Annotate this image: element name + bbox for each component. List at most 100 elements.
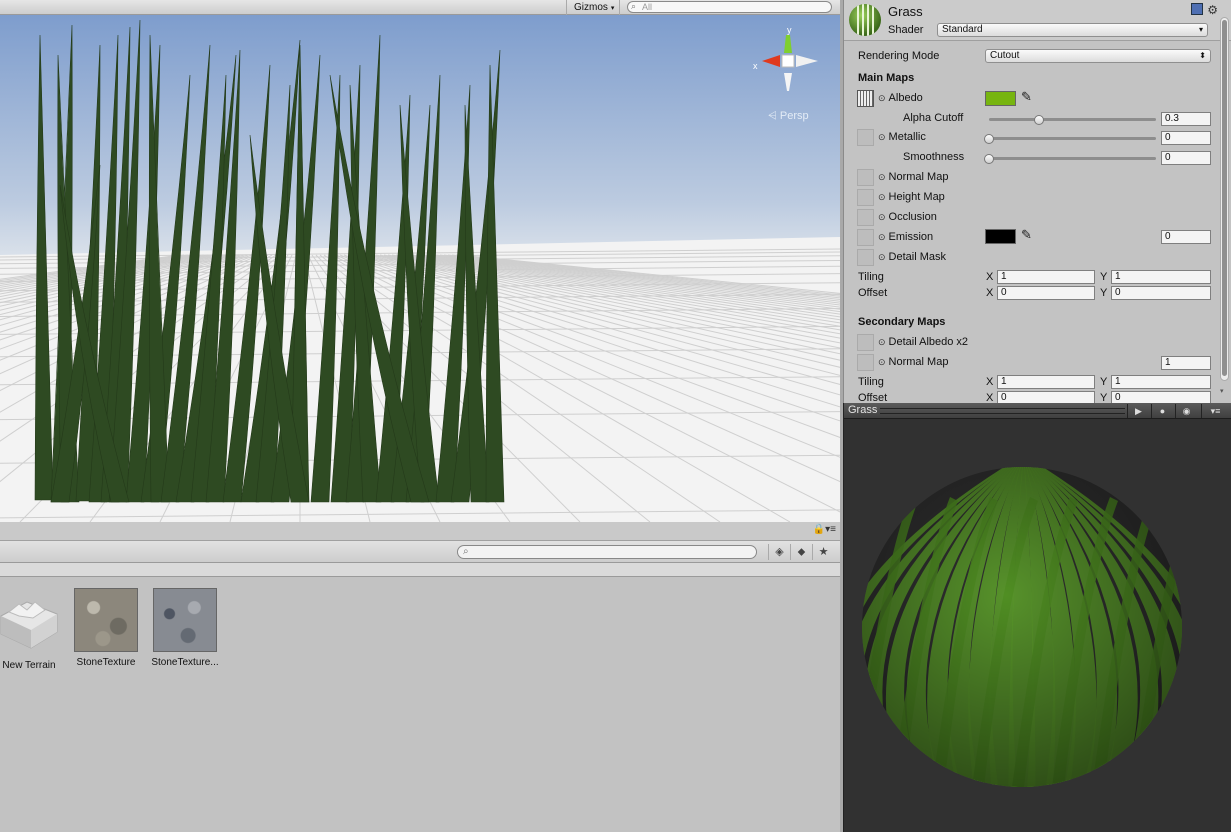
metallic-slider-track[interactable] bbox=[989, 137, 1156, 140]
scrollbar-thumb[interactable] bbox=[1222, 20, 1227, 376]
object-picker-icon[interactable]: ⊙ bbox=[878, 172, 886, 182]
orientation-gizmo[interactable]: y x bbox=[752, 25, 824, 97]
project-search-input[interactable]: ⌕ bbox=[457, 545, 757, 559]
alpha-cutoff-field[interactable]: 0.3 bbox=[1161, 112, 1211, 126]
x-axis-cone[interactable] bbox=[762, 55, 780, 67]
neg-x-axis-cone[interactable] bbox=[796, 55, 818, 67]
scene-viewport[interactable] bbox=[0, 15, 840, 522]
occlusion-label: Occlusion bbox=[888, 211, 937, 223]
emission-field[interactable]: 0 bbox=[1161, 230, 1211, 244]
sphere-mesh-icon[interactable]: ● bbox=[1151, 404, 1173, 418]
shader-dropdown[interactable]: Standard ▾ bbox=[937, 23, 1208, 37]
secondary-tiling-y-field[interactable]: 1 bbox=[1111, 375, 1211, 389]
normal-map-texture-slot[interactable] bbox=[857, 169, 874, 186]
height-map-texture-slot[interactable] bbox=[857, 189, 874, 206]
object-picker-icon[interactable]: ⊙ bbox=[878, 252, 886, 262]
object-picker-icon[interactable]: ⊙ bbox=[878, 132, 886, 142]
asset-name: StoneTexture... bbox=[151, 657, 219, 668]
emission-color-swatch[interactable] bbox=[985, 229, 1016, 244]
detail-albedo-texture-slot[interactable] bbox=[857, 334, 874, 351]
object-picker-icon[interactable]: ⊙ bbox=[878, 212, 886, 222]
secondary-offset-x-field[interactable]: 0 bbox=[997, 391, 1095, 403]
x-label: X bbox=[986, 392, 994, 403]
x-label: X bbox=[986, 287, 994, 299]
metallic-texture-slot[interactable] bbox=[857, 129, 874, 146]
object-picker-icon[interactable]: ⊙ bbox=[878, 192, 886, 202]
asset-item[interactable]: StoneTexture... bbox=[145, 588, 225, 668]
main-tiling-y-field[interactable]: 1 bbox=[1111, 270, 1211, 284]
secondary-tiling-x-field[interactable]: 1 bbox=[997, 375, 1095, 389]
gear-icon[interactable]: ⚙ bbox=[1207, 3, 1218, 17]
secondary-tiling-label: Tiling bbox=[858, 376, 884, 388]
detail-mask-label: Detail Mask bbox=[888, 251, 947, 263]
preview-drag-handle[interactable] bbox=[880, 408, 1125, 414]
object-picker-icon[interactable]: ⊙ bbox=[878, 337, 886, 347]
terrain-icon bbox=[0, 601, 58, 649]
y-axis-cone[interactable] bbox=[784, 35, 792, 53]
metallic-field[interactable]: 0 bbox=[1161, 131, 1211, 145]
lights-icon[interactable]: ◉ bbox=[1175, 404, 1197, 418]
normal-map-row: ⊙ Normal Map bbox=[878, 171, 948, 183]
eyedropper-icon[interactable]: ✎ bbox=[1021, 227, 1032, 243]
rendering-mode-dropdown[interactable]: Cutout ⬍ bbox=[985, 49, 1211, 63]
occlusion-texture-slot[interactable] bbox=[857, 209, 874, 226]
inspector-scrollbar[interactable] bbox=[1220, 17, 1229, 381]
material-preview-sphere[interactable] bbox=[844, 419, 1231, 832]
scene-search-input[interactable]: ⌕ All bbox=[627, 1, 832, 13]
eyedropper-icon[interactable]: ✎ bbox=[1021, 89, 1032, 105]
header-icons: ⚙ bbox=[1191, 3, 1218, 17]
x-label: X bbox=[986, 271, 994, 283]
help-book-icon[interactable] bbox=[1191, 3, 1204, 15]
alpha-cutoff-slider-thumb[interactable] bbox=[1034, 115, 1045, 125]
main-tiling-x-field[interactable]: 1 bbox=[997, 270, 1095, 284]
object-picker-icon[interactable]: ⊙ bbox=[878, 357, 886, 367]
neg-y-axis-cone[interactable] bbox=[784, 73, 792, 91]
search-by-type-icon[interactable]: ◈ bbox=[768, 544, 790, 560]
metallic-slider-thumb[interactable] bbox=[984, 134, 994, 144]
lock-menu-icon[interactable]: 🔒▾≡ bbox=[813, 524, 836, 535]
preview-menu-icon[interactable]: ▾≡ bbox=[1201, 404, 1229, 418]
rendering-mode-value: Cutout bbox=[990, 50, 1020, 61]
emission-texture-slot[interactable] bbox=[857, 229, 874, 246]
albedo-color-swatch[interactable] bbox=[985, 91, 1016, 106]
scroll-down-arrow-icon[interactable]: ▾ bbox=[1220, 387, 1229, 397]
secondary-normal-texture-slot[interactable] bbox=[857, 354, 874, 371]
material-preview-panel: Grass ▶ ● ◉ ▾≡ bbox=[843, 403, 1231, 832]
y-label: Y bbox=[1100, 392, 1108, 403]
main-offset-y-field[interactable]: 0 bbox=[1111, 286, 1211, 300]
alpha-cutoff-slider-track[interactable] bbox=[989, 118, 1156, 121]
object-picker-icon[interactable]: ⊙ bbox=[878, 93, 886, 103]
asset-item[interactable]: New Terrain bbox=[0, 588, 69, 671]
scene-toolbar: Gizmos ▾ ⌕ All bbox=[0, 0, 840, 15]
secondary-normal-scale-field[interactable]: 1 bbox=[1161, 356, 1211, 370]
metallic-label: Metallic bbox=[888, 131, 926, 143]
smoothness-label: Smoothness bbox=[903, 151, 965, 163]
y-axis-label: y bbox=[787, 25, 792, 35]
preview-title: Grass bbox=[848, 404, 878, 416]
albedo-texture-slot[interactable] bbox=[857, 90, 874, 107]
gizmos-dropdown[interactable]: Gizmos ▾ bbox=[566, 0, 620, 15]
tiling-label: Tiling bbox=[858, 271, 884, 283]
gizmos-label: Gizmos bbox=[574, 2, 608, 13]
persp-arrow-icon: ⩤ bbox=[768, 110, 777, 122]
play-icon[interactable]: ▶ bbox=[1127, 404, 1149, 418]
favorites-star-icon[interactable]: ★ bbox=[812, 544, 834, 560]
dropdown-arrow-icon: ▾ bbox=[1198, 25, 1203, 34]
scene-view[interactable]: Gizmos ▾ ⌕ All y x ⩤ Persp bbox=[0, 0, 840, 522]
smoothness-slider-track[interactable] bbox=[989, 157, 1156, 160]
main-offset-x-field[interactable]: 0 bbox=[997, 286, 1095, 300]
projection-label[interactable]: ⩤ Persp bbox=[768, 110, 809, 123]
asset-item[interactable]: StoneTexture bbox=[66, 588, 146, 668]
detail-mask-texture-slot[interactable] bbox=[857, 249, 874, 266]
x-axis-label: x bbox=[753, 61, 758, 71]
object-picker-icon[interactable]: ⊙ bbox=[878, 232, 886, 242]
metallic-row: ⊙ Metallic bbox=[878, 131, 926, 143]
dropdown-arrow-icon: ▾ bbox=[610, 5, 615, 12]
smoothness-field[interactable]: 0 bbox=[1161, 151, 1211, 165]
search-by-label-icon[interactable]: ⬥ bbox=[790, 544, 812, 560]
smoothness-slider-thumb[interactable] bbox=[984, 154, 994, 164]
secondary-offset-y-field[interactable]: 0 bbox=[1111, 391, 1211, 403]
center-cube[interactable] bbox=[781, 54, 795, 68]
normal-map-label: Normal Map bbox=[888, 171, 949, 183]
main-maps-header: Main Maps bbox=[858, 72, 915, 84]
